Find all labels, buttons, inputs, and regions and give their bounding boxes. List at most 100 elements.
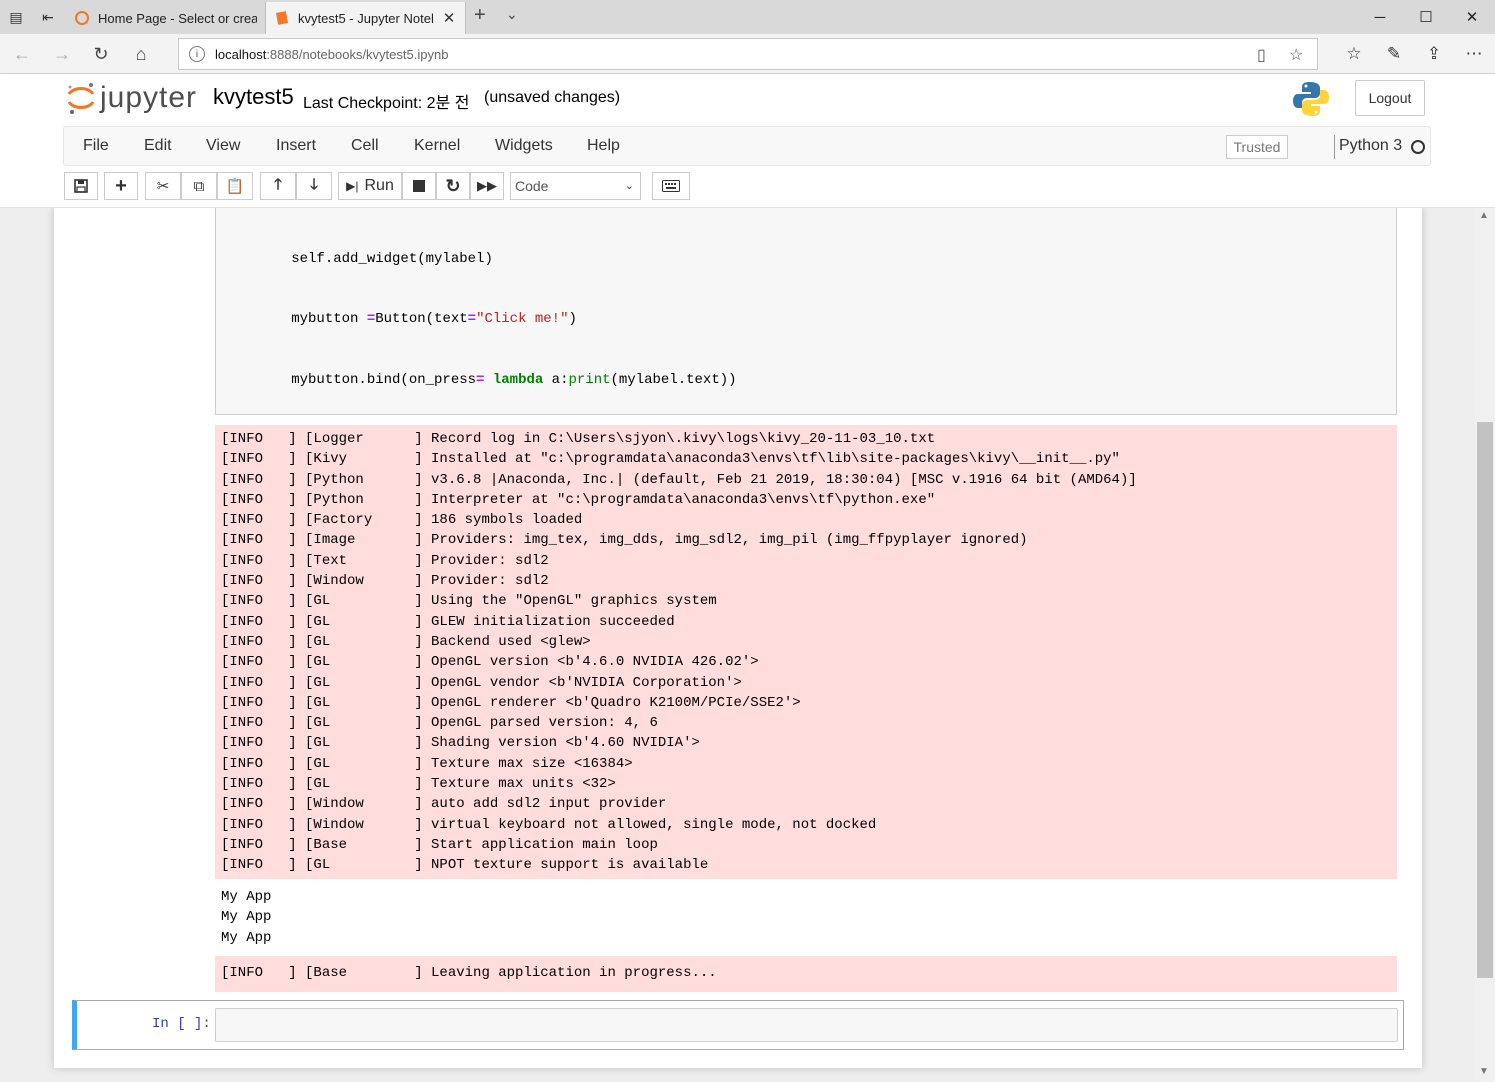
menu-edit[interactable]: Edit xyxy=(144,137,172,155)
insert-cell-icon[interactable]: + xyxy=(104,172,138,200)
trusted-indicator[interactable]: Trusted xyxy=(1226,135,1288,159)
jupyter-header: jupyter kvytest5 Last Checkpoint: 2분 전 (… xyxy=(0,74,1495,208)
log-line: [INFO ] [GL ] OpenGL version <b'4.6.0 NV… xyxy=(221,654,759,671)
notebook-container[interactable]: self.add_widget(mylabel) mybutton =Butto… xyxy=(0,208,1475,1082)
python-logo-icon xyxy=(1293,82,1329,116)
reading-view-icon[interactable]: ▯ xyxy=(1257,45,1266,65)
minimize-icon[interactable]: ─ xyxy=(1357,0,1403,34)
vertical-scrollbar[interactable]: ▲ ▼ xyxy=(1475,208,1495,1082)
favorites-icon[interactable]: ☆ xyxy=(1340,42,1368,66)
notebook-name[interactable]: kvytest5 xyxy=(213,84,294,110)
notebook-toolbar: + ✂ ⧉ 📋 🡑 🡓 ▶| Run ↻ ▶▶ Code ⌄ xyxy=(0,172,1495,204)
code-line: self.add_widget(mylabel) xyxy=(224,250,493,267)
move-up-icon[interactable]: 🡑 xyxy=(260,172,296,200)
cell-type-select[interactable]: Code ⌄ xyxy=(510,172,641,200)
scroll-up-icon[interactable]: ▲ xyxy=(1479,210,1489,221)
close-window-icon[interactable]: ✕ xyxy=(1449,0,1495,34)
stderr-output-2: [INFO ] [Base ] Leaving application in p… xyxy=(215,956,1397,992)
jupyter-logo[interactable]: jupyter xyxy=(66,80,197,116)
menu-file[interactable]: File xyxy=(83,137,109,155)
run-button[interactable]: ▶| Run xyxy=(338,172,402,200)
log-line: [INFO ] [Factory ] 186 symbols loaded xyxy=(221,512,583,529)
save-icon[interactable] xyxy=(64,172,98,200)
browser-tabbar: ▤ ⇤ Home Page - Select or creat kvytest5… xyxy=(0,0,1495,34)
log-line: [INFO ] [GL ] Texture max units <32> xyxy=(221,776,616,793)
menu-widgets[interactable]: Widgets xyxy=(495,137,553,155)
paste-icon[interactable]: 📋 xyxy=(217,172,253,200)
code-cell-input[interactable]: self.add_widget(mylabel) mybutton =Butto… xyxy=(215,208,1397,815)
tab-actions-icon[interactable]: ▤ xyxy=(0,0,32,34)
keyboard-icon[interactable] xyxy=(652,172,690,200)
move-down-icon[interactable]: 🡓 xyxy=(296,172,332,200)
kernel-divider xyxy=(1334,135,1335,159)
url-host: localhost xyxy=(215,46,267,62)
copy-icon[interactable]: ⧉ xyxy=(181,172,217,200)
code-line: mybutton.bind(on_press= lambda a:print(m… xyxy=(224,372,737,389)
favorite-star-icon[interactable]: ☆ xyxy=(1289,45,1303,65)
scroll-down-icon[interactable]: ▼ xyxy=(1479,1066,1489,1077)
log-line: [INFO ] [Text ] Provider: sdl2 xyxy=(221,552,549,569)
more-icon[interactable]: ⋯ xyxy=(1460,42,1488,66)
menubar: File Edit View Insert Cell Kernel Widget… xyxy=(63,126,1431,166)
run-icon: ▶| xyxy=(346,179,359,193)
input-prompt: In [ ]: xyxy=(152,1016,211,1032)
log-line: [INFO ] [Python ] Interpreter at "c:\pro… xyxy=(221,491,936,508)
restart-icon[interactable]: ↻ xyxy=(436,172,470,200)
log-line: [INFO ] [Window ] auto add sdl2 input pr… xyxy=(221,796,667,813)
output-line: My App xyxy=(221,909,272,926)
address-toolbar: ← → ↻ ⌂ i localhost:8888/notebooks/kvyte… xyxy=(0,34,1495,74)
log-line: [INFO ] [Logger ] Record log in C:\Users… xyxy=(221,431,936,447)
chevron-down-icon[interactable]: ⌄ xyxy=(506,6,518,23)
share-icon[interactable]: ⇪ xyxy=(1420,42,1448,66)
jupyter-favicon-icon xyxy=(75,11,89,25)
log-line: [INFO ] [Image ] Providers: img_tex, img… xyxy=(221,532,1028,549)
stdout-output: My App My App My App xyxy=(215,886,1397,948)
log-line: [INFO ] [GL ] OpenGL parsed version: 4, … xyxy=(221,715,658,732)
menu-help[interactable]: Help xyxy=(587,137,620,155)
log-line: [INFO ] [GL ] Backend used <glew> xyxy=(221,633,591,650)
notebook-favicon-icon xyxy=(276,11,288,25)
code-line: mybutton =Button(text="Click me!") xyxy=(224,311,577,328)
tab-title: kvytest5 - Jupyter Notel xyxy=(298,10,434,26)
log-line: [INFO ] [Base ] Leaving application in p… xyxy=(221,965,717,981)
home-icon[interactable]: ⌂ xyxy=(125,40,157,68)
tab-home-page[interactable]: Home Page - Select or creat xyxy=(66,2,266,34)
new-code-cell[interactable]: In [ ]: xyxy=(72,1000,1404,1050)
logout-button[interactable]: Logout xyxy=(1355,80,1425,116)
kernel-idle-icon xyxy=(1411,140,1425,154)
stderr-output: [INFO ] [Logger ] Record log in C:\Users… xyxy=(215,425,1397,879)
set-tabs-aside-icon[interactable]: ⇤ xyxy=(32,0,64,34)
cell-type-value: Code xyxy=(515,178,549,194)
forward-icon[interactable]: → xyxy=(46,40,78,68)
pen-icon[interactable]: ✎ xyxy=(1380,42,1408,66)
menu-insert[interactable]: Insert xyxy=(276,137,316,155)
cut-icon[interactable]: ✂ xyxy=(145,172,181,200)
refresh-icon[interactable]: ↻ xyxy=(85,40,117,68)
maximize-icon[interactable]: ☐ xyxy=(1403,0,1449,34)
back-icon[interactable]: ← xyxy=(6,40,38,68)
log-line: [INFO ] [GL ] Texture max size <16384> xyxy=(221,755,633,772)
run-label: Run xyxy=(364,177,394,194)
close-tab-icon[interactable]: ✕ xyxy=(441,9,457,27)
menu-kernel[interactable]: Kernel xyxy=(414,137,460,155)
checkpoint-status: Last Checkpoint: 2분 전 xyxy=(303,95,470,112)
chevron-down-icon: ⌄ xyxy=(624,180,634,192)
url-path: :8888/notebooks/kvytest5.ipynb xyxy=(266,46,449,62)
log-line: [INFO ] [GL ] Shading version <b'4.60 NV… xyxy=(221,735,700,752)
restart-run-all-icon[interactable]: ▶▶ xyxy=(470,172,504,200)
menu-view[interactable]: View xyxy=(206,137,240,155)
log-line: [INFO ] [GL ] Using the "OpenGL" graphic… xyxy=(221,593,717,610)
info-icon[interactable]: i xyxy=(189,46,205,62)
log-line: [INFO ] [Python ] v3.6.8 |Anaconda, Inc.… xyxy=(221,471,1137,488)
scrollbar-thumb[interactable] xyxy=(1477,422,1493,978)
new-tab-icon[interactable]: + xyxy=(474,4,486,27)
output-line: My App xyxy=(221,889,272,905)
tab-kvytest5[interactable]: kvytest5 - Jupyter Notel ✕ xyxy=(266,2,466,34)
menu-cell[interactable]: Cell xyxy=(351,137,379,155)
url-field[interactable]: i localhost:8888/notebooks/kvytest5.ipyn… xyxy=(178,38,1318,70)
output-line: My App xyxy=(221,929,272,946)
jupyter-logo-icon xyxy=(67,83,95,114)
stop-icon[interactable] xyxy=(402,172,436,200)
notebook-page: self.add_widget(mylabel) mybutton =Butto… xyxy=(54,208,1422,1068)
cell-input-area[interactable] xyxy=(215,1008,1398,1042)
